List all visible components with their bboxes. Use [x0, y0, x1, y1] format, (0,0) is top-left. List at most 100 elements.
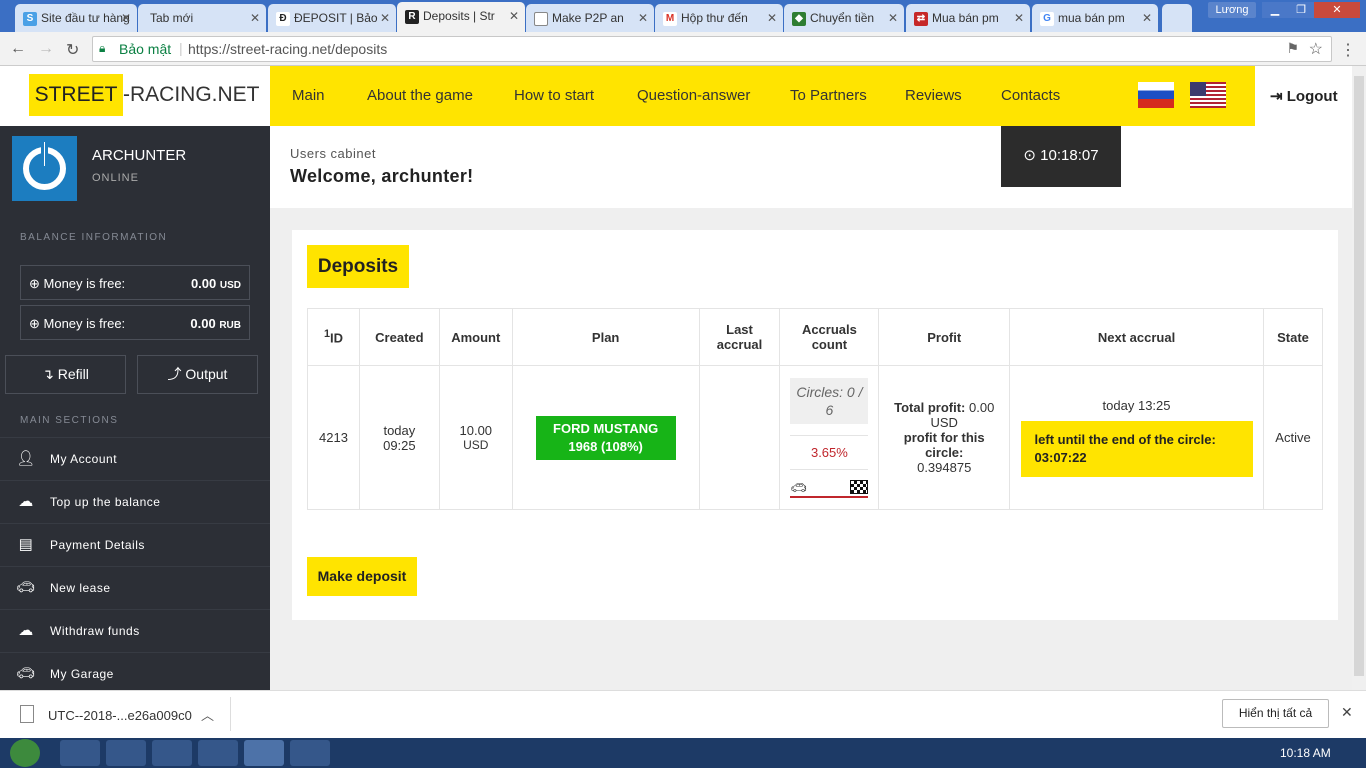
output-button[interactable]: ⤴ Output — [137, 355, 258, 394]
nav-about[interactable]: About the game — [367, 87, 473, 104]
browser-tab[interactable]: M Hộp thư đến ✕ — [655, 4, 783, 32]
chevron-up-icon[interactable]: ︿ — [201, 705, 214, 724]
chrome-icon[interactable] — [106, 740, 146, 766]
start-button[interactable] — [10, 739, 40, 767]
col-state: State — [1263, 308, 1323, 366]
excel-icon[interactable] — [198, 740, 238, 766]
minimize-button[interactable]: ▁ — [1262, 2, 1288, 18]
sidebar-item-withdraw[interactable]: ☁ Withdraw funds — [0, 609, 270, 652]
sidebar-item-top-up[interactable]: ☁ Top up the balance — [0, 480, 270, 523]
chrome-icon[interactable] — [244, 740, 284, 766]
close-tab-icon[interactable]: ✕ — [250, 11, 260, 25]
sidebar-item-my-account[interactable]: 👤︎ My Account — [0, 437, 270, 480]
translate-icon[interactable]: ⚑ — [1286, 40, 1299, 57]
close-tab-icon[interactable]: ✕ — [888, 11, 898, 25]
doc-icon — [534, 12, 548, 26]
cell-accruals: Circles: 0 / 6 3.65% 🚗︎ — [779, 365, 880, 510]
close-tab-icon[interactable]: ✕ — [638, 11, 648, 25]
exchange-icon: ⇄ — [914, 12, 928, 26]
maximize-button[interactable]: ❐ — [1288, 2, 1314, 18]
sidebar-item-my-garage[interactable]: 🚗︎ My Garage — [0, 652, 270, 690]
refill-button[interactable]: ↴ Refill — [5, 355, 126, 394]
col-id[interactable]: 1ID — [307, 308, 360, 366]
file-icon — [20, 705, 34, 723]
close-tab-icon[interactable]: ✕ — [121, 11, 131, 25]
logout-button[interactable]: ⇥ Logout — [1255, 66, 1352, 126]
plus-circle-icon: ⊕ — [29, 276, 44, 291]
browser-tab[interactable]: ⇄ Mua bán pm ✕ — [906, 4, 1030, 32]
cell-last-accrual — [698, 365, 781, 510]
deposits-table: 1ID Created Amount Plan Last accrual Acc… — [307, 308, 1323, 510]
nav-main[interactable]: Main — [292, 87, 325, 104]
separator: | — [179, 40, 183, 56]
circle-countdown: left until the end of the circle: 03:07:2… — [1020, 421, 1253, 477]
sidebar-item-payment-details[interactable]: ▤ Payment Details — [0, 523, 270, 566]
security-label: Bảo mật — [119, 41, 172, 57]
back-icon[interactable]: ← — [10, 40, 26, 58]
cell-created: today 09:25 — [358, 365, 440, 510]
browser-tab[interactable]: S Site đầu tư hàng ✕ — [15, 4, 137, 32]
sidebar: ARCHUNTER ONLINE BALANCE INFORMATION ⊕ M… — [0, 126, 270, 690]
profile-button[interactable]: Lương — [1208, 2, 1256, 18]
browser-tab[interactable]: Gmua bán pm ✕ — [1032, 4, 1158, 32]
show-all-button[interactable]: Hiển thị tất cả — [1222, 699, 1329, 728]
scrollbar-thumb[interactable] — [1354, 76, 1364, 676]
browser-tab[interactable]: ◆ Chuyển tiền ✕ — [784, 4, 904, 32]
app-icon[interactable] — [152, 740, 192, 766]
main-nav: Main About the game How to start Questio… — [270, 66, 1255, 126]
us-flag-icon[interactable] — [1190, 82, 1226, 108]
forward-icon[interactable]: → — [38, 40, 54, 58]
close-tab-icon[interactable]: ✕ — [509, 9, 519, 23]
system-clock[interactable]: 10:18 AM — [1280, 746, 1331, 760]
window-icon[interactable] — [290, 740, 330, 766]
close-tab-icon[interactable]: ✕ — [380, 11, 390, 25]
nav-question-answer[interactable]: Question-answer — [637, 87, 750, 104]
close-tab-icon[interactable]: ✕ — [767, 11, 777, 25]
explorer-icon[interactable] — [60, 740, 100, 766]
site-logo[interactable]: STREET -RACING.NET — [0, 66, 270, 126]
avatar — [12, 136, 77, 201]
table-row: 4213 today 09:25 10.00 USD FORD MUSTANG 19… — [307, 365, 1323, 510]
sidebar-item-new-lease[interactable]: 🚗︎ New lease — [0, 566, 270, 609]
lock-icon: 🔒︎ — [99, 41, 106, 55]
main-content: Users cabinet Welcome, archunter! ⊙ 10:1… — [270, 126, 1352, 690]
col-amount: Amount — [438, 308, 513, 366]
balance-usd: ⊕ Money is free: 0.00 USD — [20, 265, 250, 300]
reload-icon[interactable]: ↻ — [66, 40, 79, 60]
download-file[interactable]: UTC--2018-...e26a009c0 — [48, 708, 192, 723]
close-window-button[interactable]: ✕ — [1314, 2, 1360, 18]
race-progress: 🚗︎ — [790, 478, 869, 498]
cell-state: Active — [1263, 365, 1323, 510]
cloud-upload-icon: ☁ — [18, 622, 34, 639]
google-icon: G — [1040, 12, 1054, 26]
russian-flag-icon[interactable] — [1138, 82, 1174, 108]
clock-icon: ⊙ — [1023, 147, 1041, 164]
deposits-title: Deposits — [307, 245, 409, 288]
cell-plan: FORD MUSTANG 1968 (108%) — [511, 365, 700, 510]
col-last-accrual: Last accrual — [698, 308, 781, 366]
browser-tab[interactable]: Tab mới ✕ — [138, 4, 266, 32]
accrual-percent: 3.65% — [790, 434, 869, 470]
nav-contacts[interactable]: Contacts — [1001, 87, 1060, 104]
col-next-accrual: Next accrual — [1009, 308, 1264, 366]
page-title: Welcome, archunter! — [290, 166, 474, 186]
col-created: Created — [358, 308, 440, 366]
car-icon: 🚗︎ — [16, 665, 36, 682]
close-tab-icon[interactable]: ✕ — [1014, 11, 1024, 25]
breadcrumb: Users cabinet — [290, 146, 376, 161]
browser-tab[interactable]: Đ ĐEPOSIT | Bảo ✕ — [268, 4, 396, 32]
browser-tab[interactable]: Make P2P an ✕ — [526, 4, 654, 32]
star-icon[interactable]: ☆ — [1309, 39, 1323, 59]
make-deposit-button[interactable]: Make deposit — [307, 557, 417, 596]
url-field[interactable]: 🔒︎ Bảo mật | https://street-racing.net/d… — [92, 36, 1332, 62]
menu-icon[interactable]: ⋮ — [1340, 40, 1356, 60]
close-tab-icon[interactable]: ✕ — [1142, 11, 1152, 25]
nav-how-to-start[interactable]: How to start — [514, 87, 594, 104]
page-scrollbar[interactable] — [1352, 66, 1366, 690]
site-header: STREET -RACING.NET Main About the game H… — [0, 66, 1366, 126]
browser-tab-active[interactable]: R Deposits | Str ✕ — [397, 2, 525, 32]
close-icon[interactable]: ✕ — [1341, 704, 1353, 721]
nav-reviews[interactable]: Reviews — [905, 87, 962, 104]
nav-partners[interactable]: To Partners — [790, 87, 867, 104]
new-tab-button[interactable] — [1162, 4, 1192, 32]
